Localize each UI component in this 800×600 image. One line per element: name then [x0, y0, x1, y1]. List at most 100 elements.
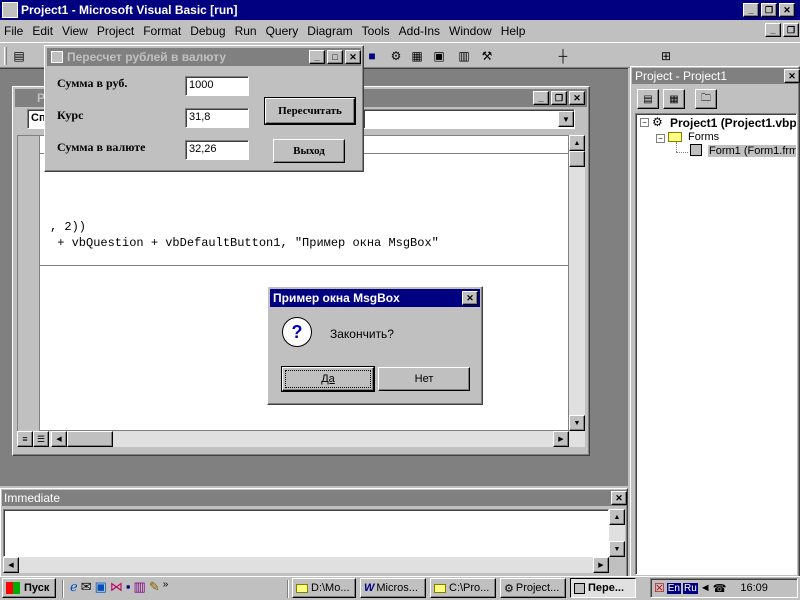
msgbox-title-bar: Пример окна MsgBox — [270, 289, 480, 307]
restore-button[interactable]: ❐ — [761, 3, 777, 17]
code-minimize-button[interactable]: _ — [533, 91, 549, 105]
mdi-restore-button[interactable]: ❐ — [783, 23, 799, 37]
procedure-view-button[interactable]: ≡ — [17, 431, 33, 447]
start-label: Пуск — [24, 582, 50, 594]
form-icon — [574, 582, 585, 594]
menu-tools[interactable]: Tools — [362, 24, 390, 38]
folder-icon — [296, 583, 308, 593]
project-panel-title: Project - Project1 — [635, 69, 728, 83]
menu-file[interactable]: File — [4, 24, 23, 38]
project-icon: ⚙ — [652, 115, 663, 129]
task-explorer-c[interactable]: C:\Pro... — [430, 578, 496, 598]
form-maximize-button[interactable]: □ — [327, 50, 343, 64]
menu-addins[interactable]: Add-Ins — [399, 24, 440, 38]
save-icon[interactable]: ▪ — [126, 579, 131, 595]
code-restore-button[interactable]: ❐ — [551, 91, 567, 105]
scheduler-icon[interactable]: ☒ — [654, 581, 665, 595]
project-panel-close-button[interactable]: ✕ — [784, 69, 800, 83]
rate-input[interactable]: 31,8 — [185, 108, 249, 128]
toggle-folders-button[interactable]: 🗀 — [695, 89, 717, 109]
scroll-up-button[interactable]: ▲ — [609, 509, 625, 525]
task-form-active[interactable]: Пере... — [570, 578, 636, 598]
tree-folder[interactable]: Forms — [688, 131, 719, 143]
immediate-input[interactable] — [3, 509, 609, 557]
full-module-view-button[interactable]: ☰ — [33, 431, 49, 447]
menu-format[interactable]: Format — [143, 24, 181, 38]
form-minimize-button[interactable]: _ — [309, 50, 325, 64]
menu-window[interactable]: Window — [449, 24, 492, 38]
tree-expander[interactable]: − — [656, 134, 665, 143]
menu-run[interactable]: Run — [235, 24, 257, 38]
toolbox-icon[interactable]: ⚒ — [478, 47, 496, 65]
add-project-icon[interactable]: ▤ — [10, 47, 28, 65]
menu-project[interactable]: Project — [97, 24, 134, 38]
quick-launch: ℯ ✉ ▣ ⋈ ▪ ▥ ✎ » — [70, 579, 168, 595]
network-icon[interactable]: ☎ — [713, 582, 727, 595]
code-close-button[interactable]: ✕ — [569, 91, 585, 105]
view-object-button[interactable]: ▦ — [663, 89, 685, 109]
tree-item-form1[interactable]: Form1 (Form1.frm — [708, 145, 796, 157]
vb-icon: ⚙ — [504, 582, 514, 595]
yes-button[interactable]: Да — [282, 367, 374, 391]
code-vscrollbar[interactable]: ▲ ▼ — [569, 135, 585, 431]
scroll-right-button[interactable]: ▶ — [593, 557, 609, 573]
properties-icon[interactable]: ▦ — [408, 47, 426, 65]
object-browser-icon[interactable]: ▥ — [455, 47, 473, 65]
menu-bar: File Edit View Project Format Debug Run Query Di… — [4, 22, 534, 40]
scroll-thumb[interactable] — [569, 151, 585, 167]
project-explorer-panel: Project - Project1 ✕ ▤ ▦ 🗀 − ⚙ Project1 … — [630, 66, 800, 578]
immediate-hscrollbar[interactable]: ◀ ▶ — [3, 557, 609, 573]
task-vb-project[interactable]: ⚙ Project... — [500, 578, 566, 598]
lang-en-indicator[interactable]: En — [666, 582, 681, 594]
close-button[interactable]: ✕ — [779, 3, 795, 17]
hscroll-thumb[interactable] — [67, 431, 113, 447]
no-label: Нет — [414, 373, 434, 385]
lang-ru-indicator[interactable]: Ru — [683, 582, 698, 594]
menu-help[interactable]: Help — [501, 24, 526, 38]
tree-root[interactable]: Project1 (Project1.vbp — [670, 116, 796, 130]
app-icon[interactable]: ⋈ — [110, 579, 123, 595]
start-button[interactable]: Пуск — [2, 578, 56, 598]
end-icon[interactable]: ■ — [363, 47, 381, 65]
task-explorer-d[interactable]: D:\Mo... — [292, 578, 356, 598]
menu-edit[interactable]: Edit — [32, 24, 53, 38]
mdi-minimize-button[interactable]: _ — [765, 23, 781, 37]
immediate-title-bar: Immediate — [2, 490, 626, 506]
form-layout-icon[interactable]: ▣ — [430, 47, 448, 65]
procedure-combo[interactable] — [363, 109, 575, 129]
no-button[interactable]: Нет — [378, 367, 470, 391]
archive-icon[interactable]: ▥ — [134, 579, 146, 595]
msgbox-close-button[interactable]: ✕ — [462, 291, 478, 305]
currency-amount-input[interactable]: 32,26 — [185, 140, 249, 160]
project-explorer-icon[interactable]: ⚙ — [387, 47, 405, 65]
procedure-dropdown-button[interactable]: ▼ — [558, 111, 574, 127]
task-word[interactable]: W Micros... — [360, 578, 426, 598]
scroll-up-button[interactable]: ▲ — [569, 135, 585, 151]
menu-query[interactable]: Query — [266, 24, 299, 38]
desktop-icon[interactable]: ▣ — [95, 579, 107, 595]
paint-icon[interactable]: ✎ — [149, 579, 160, 595]
yes-label: Да — [321, 373, 335, 385]
ie-icon[interactable]: ℯ — [70, 579, 78, 595]
form-close-button[interactable]: ✕ — [345, 50, 361, 64]
scroll-left-button[interactable]: ◀ — [51, 431, 67, 447]
volume-icon[interactable]: ◄ — [700, 582, 711, 594]
menu-debug[interactable]: Debug — [190, 24, 225, 38]
menu-view[interactable]: View — [62, 24, 88, 38]
view-code-button[interactable]: ▤ — [637, 89, 659, 109]
minimize-button[interactable]: _ — [743, 3, 759, 17]
more-icon[interactable]: » — [163, 579, 169, 595]
exit-button[interactable]: Выход — [273, 139, 345, 163]
scroll-right-button[interactable]: ▶ — [553, 431, 569, 447]
immediate-vscrollbar[interactable]: ▲ ▼ — [609, 509, 625, 557]
tree-expander[interactable]: − — [640, 118, 649, 127]
converter-form: Пересчет рублей в валюту _ □ ✕ Сумма в р… — [44, 45, 364, 172]
immediate-close-button[interactable]: ✕ — [611, 491, 627, 505]
menu-diagram[interactable]: Diagram — [307, 24, 352, 38]
recalculate-button[interactable]: Пересчитать — [265, 98, 355, 124]
scroll-down-button[interactable]: ▼ — [609, 541, 625, 557]
scroll-down-button[interactable]: ▼ — [569, 415, 585, 431]
scroll-left-button[interactable]: ◀ — [3, 557, 19, 573]
rub-amount-input[interactable]: 1000 — [185, 76, 249, 96]
outlook-icon[interactable]: ✉ — [81, 579, 92, 595]
